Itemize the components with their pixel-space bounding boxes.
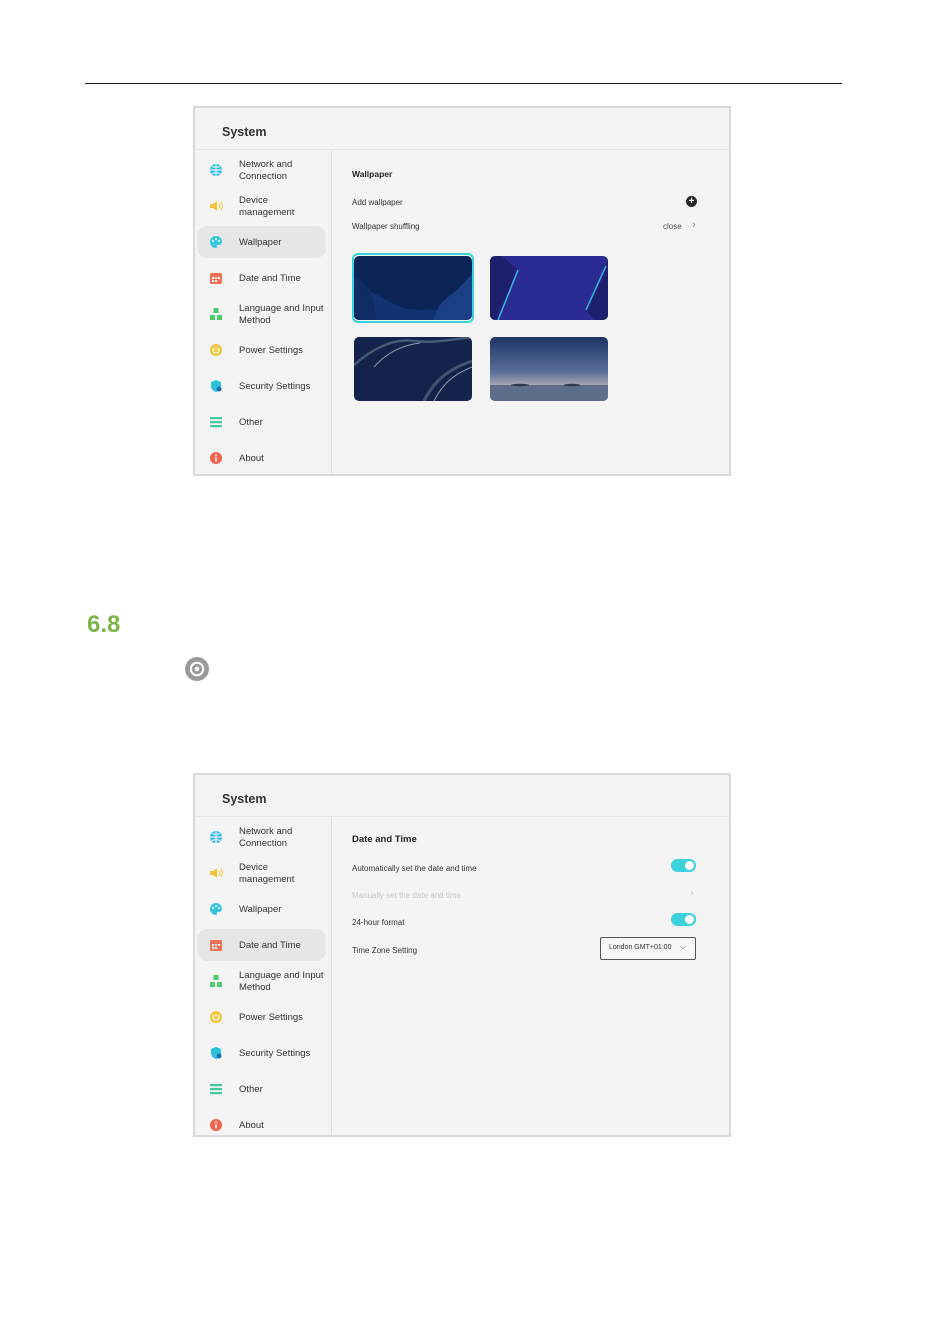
time-zone-value: London GMT+01:00 [609, 944, 672, 951]
sidebar-item-label: Language and Input Method [239, 303, 324, 326]
sidebar-item-label: Other [239, 1084, 263, 1095]
manual-date-time-label: Manually set the date and time [352, 891, 461, 900]
sidebar-item-label: Wallpaper [239, 904, 282, 915]
sidebar: Network and Connection Device management… [195, 817, 332, 1135]
sidebar-item-power[interactable]: Power Settings [197, 1001, 326, 1033]
wallpaper-thumb-3[interactable] [354, 337, 472, 401]
chevron-right-icon[interactable]: › [692, 219, 696, 231]
settings-gear-icon [185, 657, 209, 681]
sidebar-item-wallpaper[interactable]: Wallpaper [197, 226, 326, 258]
info-icon [210, 1119, 222, 1131]
header-rule [85, 83, 842, 84]
sidebar-item-security[interactable]: Security Settings [197, 1037, 326, 1069]
list-icon [210, 417, 222, 428]
blocks-icon [210, 308, 222, 320]
hour24-format-toggle[interactable] [671, 913, 696, 926]
sidebar-item-device[interactable]: Device management [197, 190, 326, 222]
section-title: Date and Time [352, 834, 417, 845]
wallpaper-thumb-4[interactable] [490, 337, 608, 401]
add-wallpaper-label: Add wallpaper [352, 198, 403, 207]
auto-date-time-toggle[interactable] [671, 859, 696, 872]
sidebar-item-about[interactable]: About [197, 1109, 326, 1141]
sidebar-item-about[interactable]: About [197, 442, 326, 474]
wallpaper-image-waves [354, 256, 472, 320]
sidebar-item-label: Device management [239, 195, 295, 218]
sidebar-item-device[interactable]: Device management [197, 857, 326, 889]
sidebar-item-security[interactable]: Security Settings [197, 370, 326, 402]
sidebar-item-label: About [239, 1120, 264, 1131]
sidebar-item-network[interactable]: Network and Connection [197, 154, 326, 186]
palette-icon [210, 903, 222, 915]
sidebar-item-label: Date and Time [239, 273, 301, 284]
time-zone-label: Time Zone Setting [352, 946, 418, 955]
sidebar-item-label: Security Settings [239, 1048, 311, 1059]
power-icon [210, 1011, 222, 1023]
section-title: Wallpaper [352, 169, 393, 179]
sidebar-item-wallpaper[interactable]: Wallpaper [197, 893, 326, 925]
globe-icon [210, 831, 222, 843]
chevron-down-icon: ⌵ [679, 942, 686, 951]
sidebar-item-label: Wallpaper [239, 237, 282, 248]
shuffling-value: close [663, 222, 682, 231]
wallpaper-image-dusk [490, 337, 608, 401]
sidebar-item-language[interactable]: Language and Input Method [197, 965, 326, 997]
sidebar-item-date-time[interactable]: Date and Time [197, 929, 326, 961]
shield-icon [211, 1047, 222, 1059]
wallpaper-shuffling-row[interactable]: Wallpaper shuffling [352, 222, 420, 231]
sidebar-item-label: About [239, 453, 264, 464]
wallpaper-thumb-1[interactable] [354, 256, 472, 320]
date-time-content: Date and Time Automatically set the date… [332, 817, 729, 1135]
page-title: System [222, 792, 267, 806]
wallpaper-content: Wallpaper Add wallpaper + Wallpaper shuf… [332, 150, 729, 474]
sidebar-item-other[interactable]: Other [197, 1073, 326, 1105]
sidebar-item-label: Device management [239, 862, 295, 885]
page-title: System [222, 125, 267, 139]
calendar-icon [210, 273, 222, 284]
wallpaper-image-zigzag [490, 256, 608, 320]
hour24-format-label: 24-hour format [352, 918, 405, 927]
power-icon [210, 344, 222, 356]
globe-icon [210, 164, 222, 176]
blocks-icon [210, 975, 222, 987]
wallpaper-image-ribbons [354, 337, 472, 401]
section-number: 6.8 [87, 611, 121, 638]
sidebar-item-label: Network and Connection [239, 159, 293, 182]
speaker-icon [210, 201, 223, 211]
sidebar-item-label: Security Settings [239, 381, 311, 392]
sidebar-item-label: Power Settings [239, 345, 303, 356]
sidebar-item-label: Language and Input Method [239, 970, 324, 993]
info-icon [210, 452, 222, 464]
sidebar-item-label: Power Settings [239, 1012, 303, 1023]
auto-date-time-label: Automatically set the date and time [352, 864, 477, 873]
sidebar-item-label: Network and Connection [239, 826, 293, 849]
speaker-icon [210, 868, 223, 878]
add-wallpaper-button[interactable]: + [686, 196, 697, 207]
sidebar-item-network[interactable]: Network and Connection [197, 821, 326, 853]
chevron-right-icon[interactable]: › [690, 887, 694, 899]
sidebar-item-label: Date and Time [239, 940, 301, 951]
calendar-icon [210, 940, 222, 951]
sidebar-item-other[interactable]: Other [197, 406, 326, 438]
sidebar-item-date-time[interactable]: Date and Time [197, 262, 326, 294]
sidebar: Network and Connection Device management… [195, 150, 332, 474]
system-settings-window-date-time: System Network and Connection Device man… [193, 773, 731, 1137]
wallpaper-thumb-2[interactable] [490, 256, 608, 320]
sidebar-item-label: Other [239, 417, 263, 428]
time-zone-select[interactable]: London GMT+01:00 ⌵ [600, 937, 696, 960]
sidebar-item-language[interactable]: Language and Input Method [197, 298, 326, 330]
sidebar-item-power[interactable]: Power Settings [197, 334, 326, 366]
shield-icon [211, 380, 222, 392]
palette-icon [210, 236, 222, 248]
list-icon [210, 1084, 222, 1095]
system-settings-window-wallpaper: System Network and Connection Device man… [193, 106, 731, 476]
